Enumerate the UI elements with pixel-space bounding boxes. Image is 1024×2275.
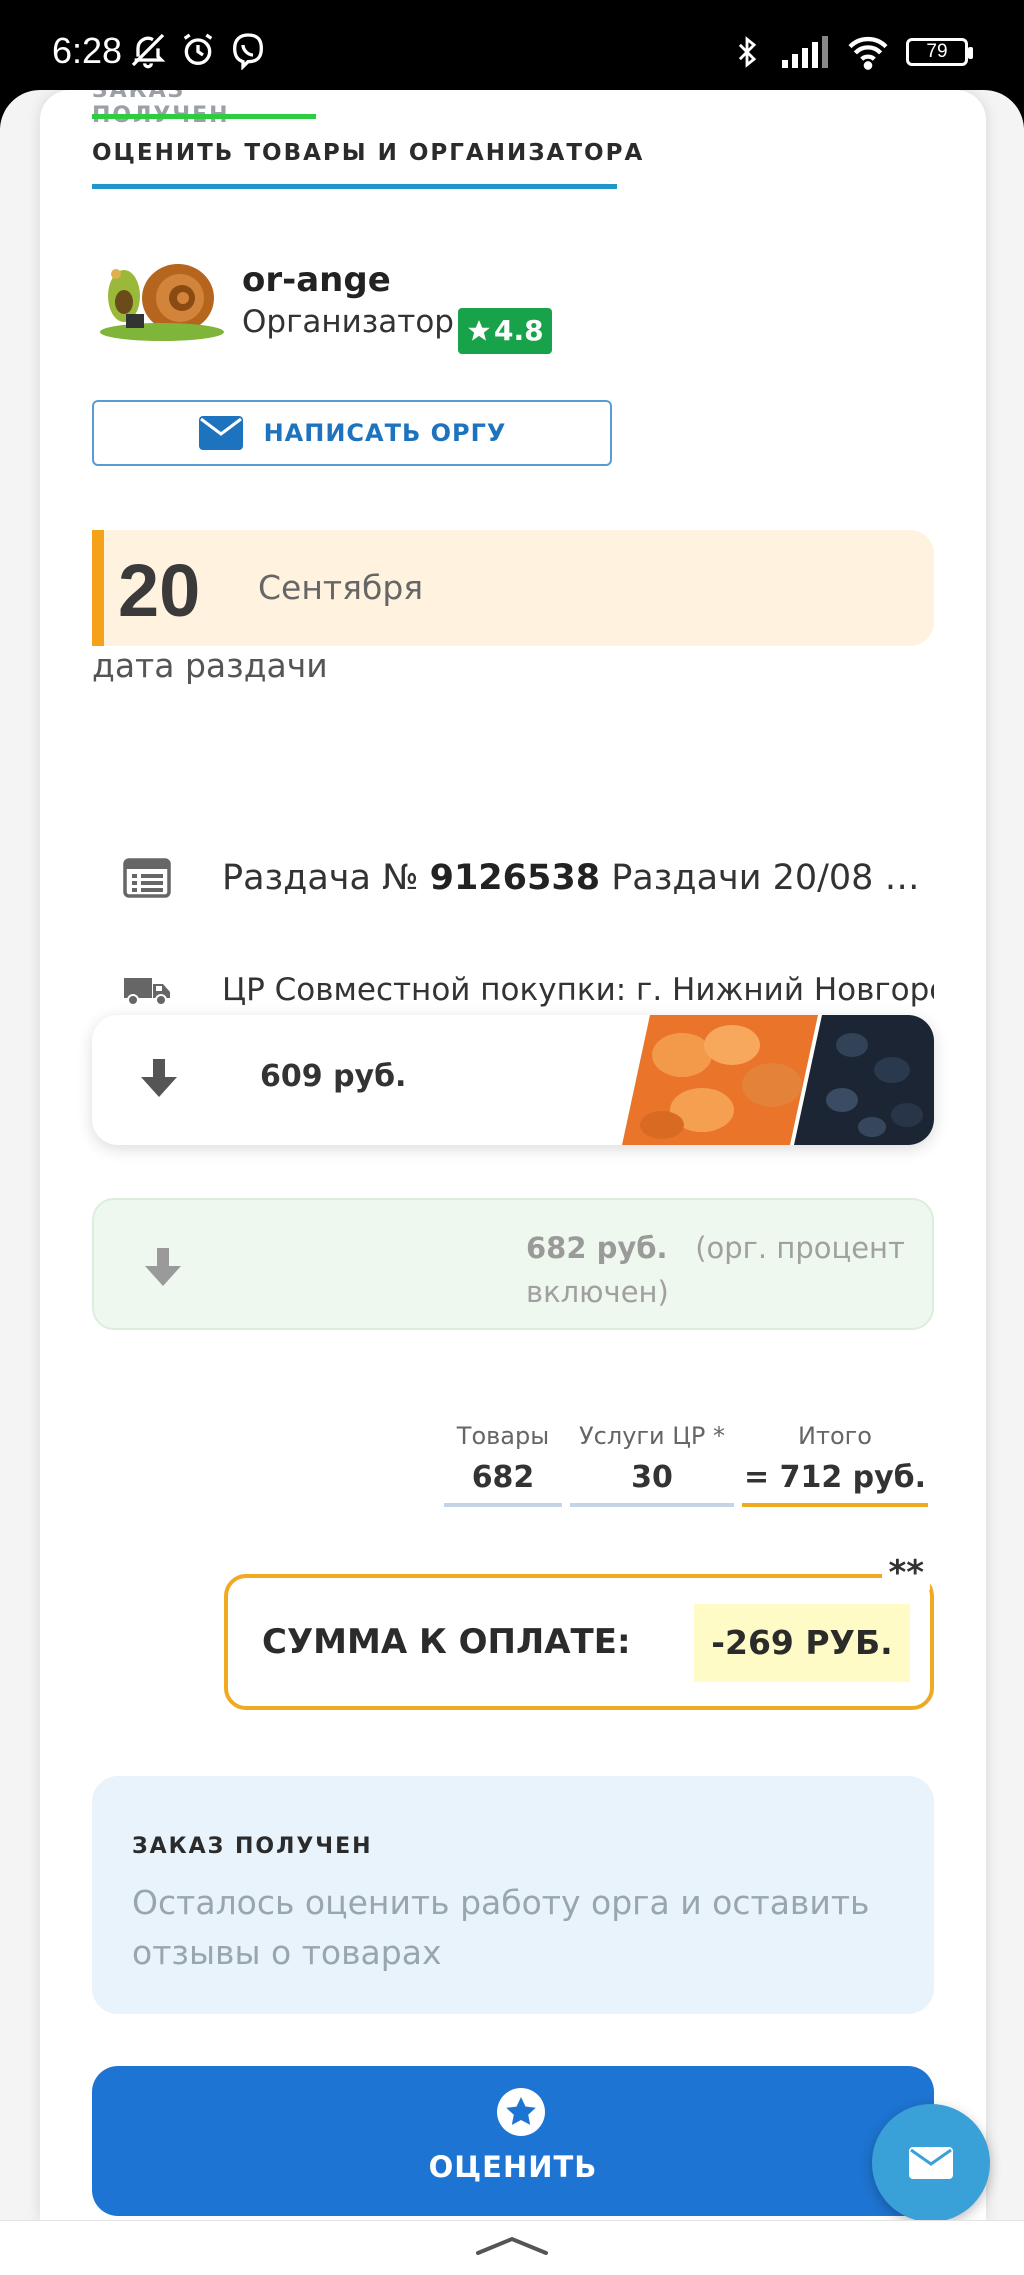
rating-badge: 4.8 [458, 308, 552, 354]
star-icon [497, 2088, 545, 2136]
totals-total-label: Итого [798, 1422, 872, 1450]
distribution-row[interactable]: Раздача № 9126538 Раздачи 20/08 Сух... [92, 848, 934, 908]
pickup-row[interactable]: ЦР Совместной покупки: г. Нижний Новгоро… [92, 960, 934, 1020]
totals-total: Итого = 712 руб. [742, 1422, 928, 1507]
tab-rate[interactable]: ОЦЕНИТЬ ТОВАРЫ И ОРГАНИЗАТОРА [92, 140, 644, 166]
list-icon [123, 858, 171, 898]
truck-icon [124, 978, 170, 1006]
bluetooth-icon [738, 36, 757, 68]
totals-goods-value: 682 [471, 1460, 535, 1495]
star-icon [468, 320, 490, 341]
bell-off-icon [131, 33, 166, 69]
pickup-text: ЦР Совместной покупки: г. Нижний Новгоро… [222, 972, 934, 1008]
distribution-text: Раздача № 9126538 Раздачи 20/08 Сух... [222, 858, 934, 898]
date-month: Сентября [258, 568, 424, 607]
distribution-number: 9126538 [429, 858, 601, 898]
goods-price-row[interactable]: 609 руб. [92, 1015, 934, 1145]
organizer-role: Организатор [242, 304, 454, 340]
tab-order-received[interactable]: ЗАКАЗ ПОЛУЧЕН [92, 90, 316, 128]
totals-services-value: 30 [631, 1460, 673, 1495]
rate-button[interactable]: ОЦЕНИТЬ [92, 2066, 934, 2216]
bottom-bar [0, 2220, 1024, 2275]
price-with-fee: 682 руб. [526, 1231, 668, 1265]
totals-goods-label: Товары [456, 1422, 550, 1450]
distribution-prefix: Раздача № [222, 858, 430, 898]
arrow-down-icon [145, 1248, 181, 1286]
avatar[interactable] [96, 252, 224, 344]
write-organizer-button[interactable]: НАПИСАТЬ ОРГУ [92, 400, 612, 466]
distribution-suffix: Раздачи 20/08 Сух... [611, 858, 934, 898]
order-status-box: ЗАКАЗ ПОЛУЧЕН Осталось оценить работу ор… [92, 1776, 934, 2014]
payment-box: ** СУММА К ОПЛАТЕ: -269 РУБ. [224, 1556, 934, 1710]
totals-goods: Товары 682 [444, 1422, 562, 1507]
distribution-date: 20 Сентября [92, 530, 934, 646]
status-icons-left [128, 30, 268, 70]
rate-button-label: ОЦЕНИТЬ [428, 2150, 598, 2184]
screen: ЗАКАЗ ПОЛУЧЕН ОЦЕНИТЬ ТОВАРЫ И ОРГАНИЗАТ… [0, 90, 1024, 2275]
price-with-fee-text: 682 руб. (орг. процент включен) [526, 1226, 906, 1314]
date-day: 20 [118, 549, 201, 632]
price-with-fee-row[interactable]: 682 руб. (орг. процент включен) [92, 1198, 934, 1330]
order-status-title: ЗАКАЗ ПОЛУЧЕН [132, 1834, 373, 1859]
organizer-name[interactable]: or-ange [242, 260, 391, 300]
battery-icon: 79 [906, 38, 973, 66]
message-fab[interactable] [872, 2104, 990, 2222]
arrow-down-icon [141, 1059, 177, 1097]
tab-rate-underline [92, 184, 617, 189]
status-time: 6:28 [52, 30, 123, 71]
alarm-icon [183, 33, 213, 65]
status-bar: 6:28 79 [0, 0, 1024, 100]
envelope-icon [198, 416, 243, 450]
order-status-text: Осталось оценить работу орга и оставить … [132, 1883, 870, 1972]
wifi-icon [848, 36, 888, 70]
order-card: ЗАКАЗ ПОЛУЧЕН ОЦЕНИТЬ ТОВАРЫ И ОРГАНИЗАТ… [40, 90, 986, 2220]
totals-services-label: Услуги ЦР * [579, 1422, 725, 1450]
chevron-up-icon[interactable] [474, 2233, 550, 2259]
payment-label: СУММА К ОПЛАТЕ: [262, 1622, 631, 1662]
payment-footnote: ** [882, 1556, 930, 1590]
signal-icon [782, 36, 828, 68]
totals: Товары 682 Услуги ЦР * 30 Итого = 712 ру… [444, 1422, 928, 1507]
viber-icon [232, 33, 264, 70]
status-icons-right: 79 [730, 32, 973, 72]
write-organizer-label: НАПИСАТЬ ОРГУ [263, 419, 507, 447]
rating-value: 4.8 [494, 314, 544, 347]
goods-price: 609 руб. [260, 1059, 407, 1094]
product-thumbnails[interactable] [622, 1015, 934, 1145]
tab-order-received-underline [92, 114, 316, 119]
totals-services: Услуги ЦР * 30 [570, 1422, 734, 1507]
date-caption: дата раздачи [92, 646, 328, 685]
payment-amount: -269 РУБ. [694, 1604, 910, 1682]
totals-total-value: = 712 руб. [743, 1460, 927, 1495]
envelope-icon [909, 2147, 953, 2179]
